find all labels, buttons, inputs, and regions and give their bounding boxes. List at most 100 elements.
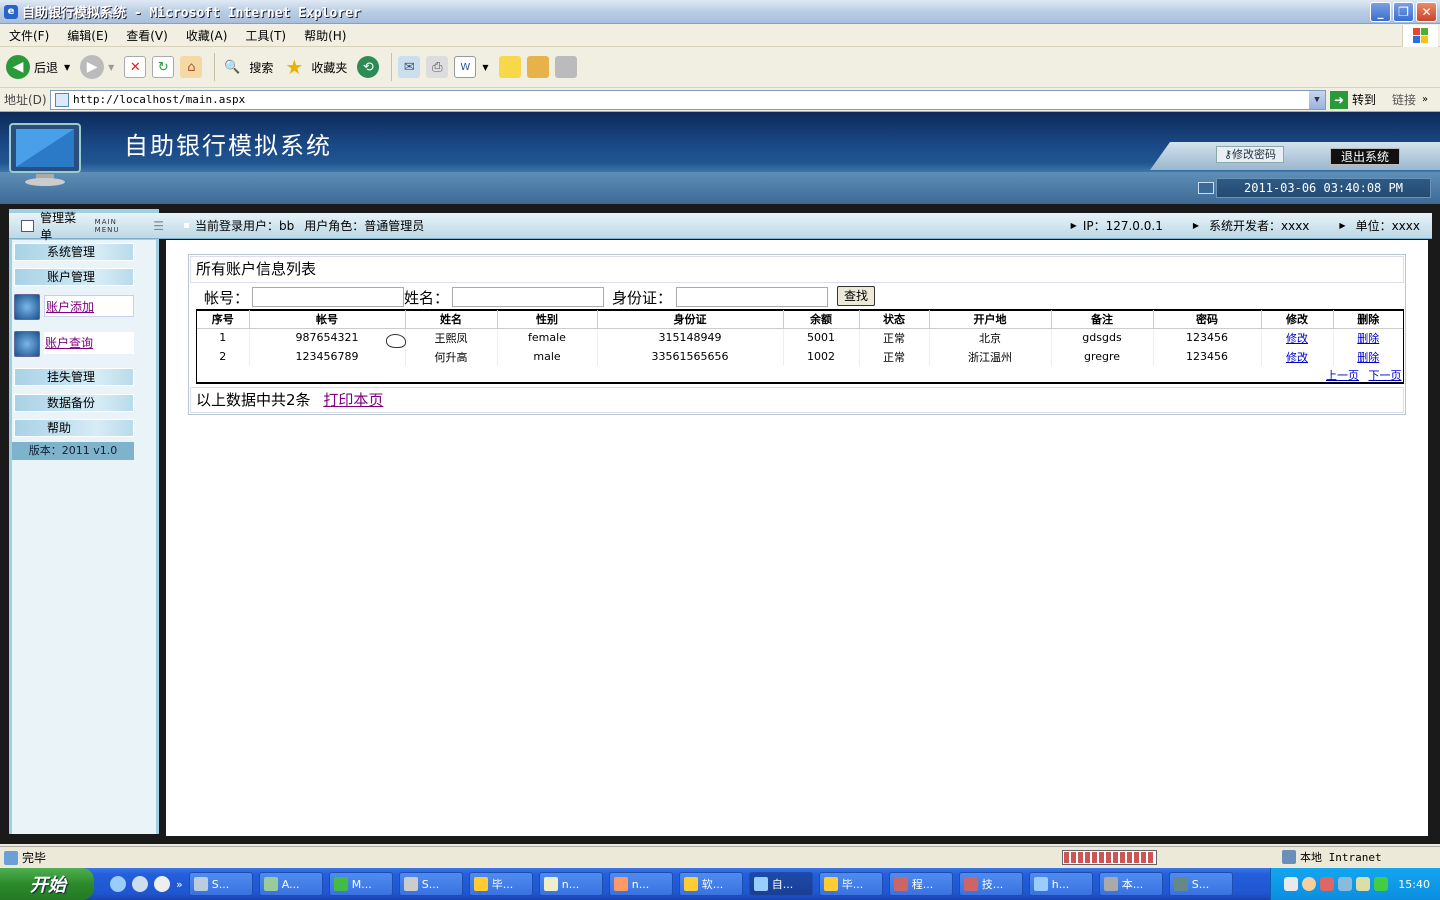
- app-quicklaunch-icon[interactable]: [154, 876, 170, 892]
- links-button[interactable]: 链接: [1392, 91, 1416, 108]
- menu-file[interactable]: 文件(F): [9, 27, 49, 44]
- menu-favorites[interactable]: 收藏(A): [186, 27, 228, 44]
- minimize-button[interactable]: _: [1370, 2, 1391, 22]
- sidebar-item-system[interactable]: 系统管理: [14, 243, 134, 261]
- sidebar-item-loss[interactable]: 挂失管理: [14, 368, 134, 386]
- task-label: S...: [1191, 877, 1210, 891]
- task-button[interactable]: 本...: [1098, 872, 1163, 896]
- research-icon[interactable]: [526, 56, 549, 78]
- security-zone: 本地 Intranet: [1282, 849, 1382, 865]
- tray-expand-icon[interactable]: [1302, 877, 1317, 891]
- chevron-down-icon[interactable]: ▼: [482, 63, 488, 72]
- col-header: 余额: [783, 310, 860, 329]
- refresh-icon[interactable]: ↻: [152, 56, 175, 78]
- task-button[interactable]: 技...: [958, 872, 1023, 896]
- favorites-label: 收藏夹: [311, 60, 348, 75]
- toolbar: ◀ 后退 ▼ ▶ ▼ ✕ ↻ ⌂ 🔍 搜索 ★ 收藏夹 ⟲ ✉ ⎙ W ▼: [0, 47, 1440, 88]
- name-input[interactable]: [452, 287, 604, 307]
- menu-view[interactable]: 查看(V): [126, 27, 168, 44]
- task-button[interactable]: S...: [398, 872, 463, 896]
- exit-system-button[interactable]: 退出系统: [1330, 148, 1400, 165]
- cell-balance: 5001: [783, 328, 860, 347]
- chevron-down-icon[interactable]: ▼: [1309, 90, 1325, 109]
- mail-icon[interactable]: ✉: [398, 56, 421, 78]
- prev-page-link[interactable]: 上一页: [1326, 369, 1359, 382]
- edit-word-icon[interactable]: W: [454, 56, 477, 78]
- sidebar-item-backup[interactable]: 数据备份: [14, 394, 134, 412]
- next-page-link[interactable]: 下一页: [1369, 369, 1402, 382]
- edit-link[interactable]: 修改: [1286, 351, 1308, 364]
- menu-help[interactable]: 帮助(H): [304, 27, 346, 44]
- menu-edit[interactable]: 编辑(E): [67, 27, 108, 44]
- col-header: 备注: [1051, 310, 1154, 329]
- task-button[interactable]: h...: [1028, 872, 1093, 896]
- task-button[interactable]: n...: [608, 872, 673, 896]
- account-label: 帐号：: [204, 289, 250, 307]
- maximize-button[interactable]: ❐: [1393, 2, 1414, 22]
- status-text: 完毕: [22, 851, 47, 865]
- task-button[interactable]: M...: [328, 872, 393, 896]
- stop-icon[interactable]: ✕: [124, 56, 147, 78]
- window-title: 自助银行模拟系统 - Microsoft Internet Explorer: [22, 6, 361, 21]
- sidebar-link-account-add[interactable]: 账户添加: [44, 295, 134, 317]
- tray-app-icon[interactable]: [1374, 877, 1389, 891]
- pager: 上一页 下一页: [1320, 367, 1402, 383]
- go-arrow-icon[interactable]: ➜: [1330, 90, 1348, 109]
- cell-gender: female: [497, 328, 598, 347]
- go-button[interactable]: 转到: [1352, 91, 1376, 108]
- back-button[interactable]: ◀ 后退 ▼: [6, 55, 70, 79]
- change-password-button[interactable]: ⚷修改密码: [1216, 146, 1284, 163]
- tray-app-icon[interactable]: [1356, 877, 1371, 891]
- task-button[interactable]: n...: [538, 872, 603, 896]
- cell-index: 1: [197, 328, 250, 347]
- triangle-icon: ▶: [1070, 221, 1077, 230]
- note-icon[interactable]: [498, 56, 521, 78]
- menu-tools[interactable]: 工具(T): [245, 27, 286, 44]
- find-button[interactable]: 查找: [837, 286, 875, 306]
- app-icon: [193, 877, 208, 891]
- task-button-active[interactable]: 自...: [748, 872, 813, 896]
- desktop-quicklaunch-icon[interactable]: [132, 876, 148, 892]
- address-input[interactable]: http://localhost/main.aspx ▼: [50, 89, 1326, 110]
- print-icon[interactable]: ⎙: [426, 56, 449, 78]
- print-page-link[interactable]: 打印本页: [323, 391, 383, 409]
- edit-link[interactable]: 修改: [1286, 332, 1308, 345]
- start-button[interactable]: 开始: [0, 868, 94, 900]
- cell-password: 123456: [1153, 328, 1262, 347]
- sidebar-item-account[interactable]: 账户管理: [14, 268, 134, 286]
- delete-link[interactable]: 删除: [1357, 332, 1379, 345]
- task-label: n...: [561, 877, 580, 891]
- chevron-right-icon[interactable]: »: [176, 878, 183, 891]
- chevron-right-icon[interactable]: »: [1422, 94, 1428, 105]
- history-icon[interactable]: ⟲: [357, 56, 380, 78]
- tray-app-icon[interactable]: [1320, 877, 1335, 891]
- sidebar-link-account-query[interactable]: 账户查询: [44, 332, 134, 354]
- favorites-button[interactable]: ★ 收藏夹: [283, 55, 348, 79]
- search-button[interactable]: 🔍 搜索: [221, 56, 273, 78]
- task-button[interactable]: 毕...: [818, 872, 883, 896]
- change-password-label: 修改密码: [1232, 148, 1277, 161]
- keyboard-icon[interactable]: [1284, 877, 1299, 891]
- taskbar: 开始 » S... A... M... S... 毕... n... n... …: [0, 868, 1440, 900]
- task-button[interactable]: S...: [1168, 872, 1233, 896]
- network-icon[interactable]: [1338, 877, 1353, 891]
- task-button[interactable]: 毕...: [468, 872, 533, 896]
- task-button[interactable]: 软...: [678, 872, 743, 896]
- home-icon[interactable]: ⌂: [180, 56, 203, 78]
- messenger-icon[interactable]: [554, 56, 577, 78]
- sidebar-item-help[interactable]: 帮助: [14, 419, 134, 437]
- delete-link[interactable]: 删除: [1357, 351, 1379, 364]
- close-button[interactable]: ✕: [1416, 2, 1437, 22]
- app-icon: [613, 877, 628, 891]
- forward-button[interactable]: ▶ ▼: [80, 55, 114, 79]
- task-button[interactable]: 程...: [888, 872, 953, 896]
- task-label: n...: [631, 877, 650, 891]
- chevron-down-icon[interactable]: ▼: [64, 63, 70, 72]
- ie-quicklaunch-icon[interactable]: [110, 876, 126, 892]
- id-input[interactable]: [676, 287, 828, 307]
- account-input[interactable]: [252, 287, 404, 307]
- task-button[interactable]: S...: [188, 872, 253, 896]
- chevron-down-icon[interactable]: ▼: [108, 63, 114, 72]
- folder-icon: [543, 877, 558, 891]
- task-button[interactable]: A...: [258, 872, 323, 896]
